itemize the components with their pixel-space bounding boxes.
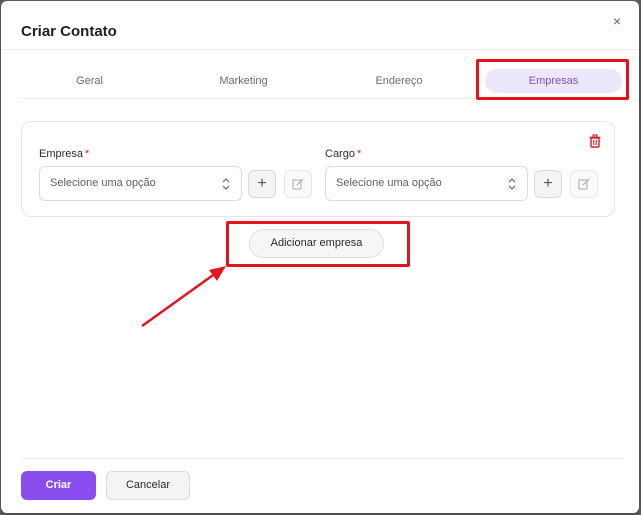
required-mark: * <box>85 148 90 160</box>
company-entry-card: Empresa * Selecione uma opção + Cargo * Se… <box>21 121 615 217</box>
chevron-up-down-icon <box>508 178 516 190</box>
required-mark: * <box>356 148 362 160</box>
cargo-select[interactable]: Selecione uma opção <box>325 166 528 201</box>
empresa-label: Empresa * <box>39 148 89 160</box>
add-empresa-button[interactable]: + <box>248 170 276 198</box>
cargo-select-placeholder: Selecione uma opção <box>336 177 442 189</box>
footer-divider <box>21 458 623 459</box>
tab-marketing[interactable]: Marketing <box>171 69 316 93</box>
cargo-label-text: Cargo <box>325 148 355 160</box>
create-button[interactable]: Criar <box>21 471 96 500</box>
cargo-label: Cargo * <box>325 148 361 160</box>
trash-icon[interactable] <box>588 134 602 148</box>
plus-icon: + <box>543 175 553 192</box>
dialog-title: Criar Contato <box>21 23 117 40</box>
title-divider <box>1 49 639 50</box>
cancel-button[interactable]: Cancelar <box>106 471 190 500</box>
button-highlight-box <box>226 221 410 267</box>
edit-cargo-button[interactable] <box>570 170 598 198</box>
chevron-up-down-icon <box>222 178 230 190</box>
tab-highlight-box <box>476 59 629 100</box>
tab-geral[interactable]: Geral <box>21 69 158 93</box>
edit-empresa-button[interactable] <box>284 170 312 198</box>
close-icon[interactable]: × <box>609 13 625 29</box>
edit-icon <box>292 178 304 190</box>
add-cargo-button[interactable]: + <box>534 170 562 198</box>
plus-icon: + <box>257 175 267 192</box>
empresa-select[interactable]: Selecione uma opção <box>39 166 242 201</box>
edit-icon <box>578 178 590 190</box>
tab-endereco[interactable]: Endereço <box>329 69 469 93</box>
empresa-select-placeholder: Selecione uma opção <box>50 177 156 189</box>
empresa-label-text: Empresa <box>39 148 84 160</box>
